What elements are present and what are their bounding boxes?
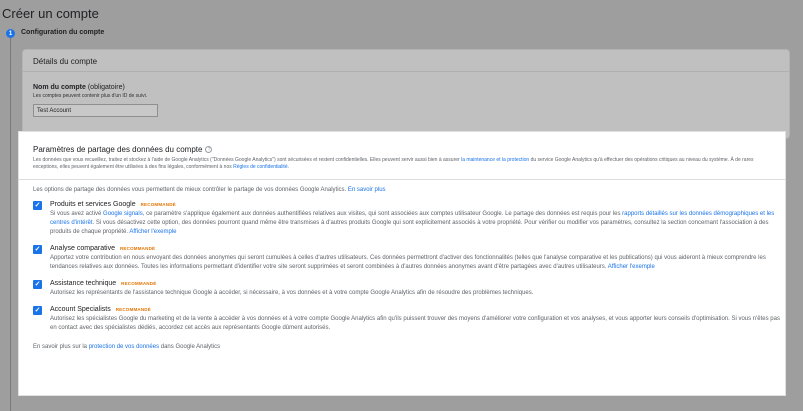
- data-sharing-panel: Paramètres de partage des données du com…: [18, 131, 786, 396]
- footer-suffix: dans Google Analytics: [159, 343, 221, 350]
- option-technical-support: ✓ Assistance technique RECOMMANDÉ Autori…: [33, 279, 771, 298]
- account-name-label-text: Nom du compte: [33, 84, 86, 91]
- option-account-specialists: ✓ Account Specialists RECOMMANDÉ Autoris…: [33, 305, 780, 333]
- account-name-help: Les comptes peuvent contenir plus d'un I…: [33, 93, 148, 99]
- google-products-description: Si vous avez activé Google signals, ce p…: [50, 210, 785, 237]
- account-specialists-title: Account Specialists: [50, 305, 111, 313]
- recommended-badge: RECOMMANDÉ: [140, 201, 176, 207]
- help-icon[interactable]: ?: [205, 146, 213, 153]
- data-sharing-title-text: Paramètres de partage des données du com…: [33, 145, 203, 154]
- benchmarking-description: Apportez votre contribution en nous envo…: [50, 254, 785, 272]
- account-details-header: Détails du compte: [23, 50, 789, 72]
- desc-text-3: .: [287, 164, 289, 171]
- account-name-label: Nom du compte (obligatoire): [33, 84, 779, 91]
- stepper-rail: [10, 38, 11, 411]
- data-protection-link[interactable]: protection de vos données: [89, 344, 159, 350]
- google-products-example-link[interactable]: Afficher l'exemple: [129, 229, 176, 235]
- google-products-desc-b: , ce paramètre s'applique également aux …: [142, 210, 623, 217]
- recommended-badge: RECOMMANDÉ: [115, 306, 151, 312]
- privacy-policy-link[interactable]: Règles de confidentialité: [233, 164, 287, 170]
- data-sharing-header: Paramètres de partage des données du com…: [19, 132, 785, 180]
- step-label: Configuration du compte: [21, 29, 105, 36]
- technical-support-checkbox[interactable]: ✓: [33, 279, 42, 289]
- maintenance-link[interactable]: la maintenance et la protection: [461, 157, 529, 163]
- account-specialists-checkbox[interactable]: ✓: [33, 305, 42, 315]
- data-sharing-description: Les données que vous recueillez, traitez…: [33, 157, 778, 172]
- benchmarking-desc-a: Apportez votre contribution en nous envo…: [50, 254, 766, 270]
- technical-support-description: Autorisez les représentants de l'assista…: [50, 289, 534, 296]
- footer-text: En savoir plus sur la: [33, 343, 89, 350]
- technical-support-title: Assistance technique: [50, 279, 117, 287]
- desc-text-1: Les données que vous recueillez, traitez…: [33, 157, 462, 163]
- data-protection-footer: En savoir plus sur la protection de vos …: [33, 344, 771, 350]
- account-details-card: Détails du compte Nom du compte (obligat…: [22, 49, 790, 139]
- benchmarking-checkbox[interactable]: ✓: [33, 244, 42, 254]
- data-sharing-title: Paramètres de partage des données du com…: [33, 145, 771, 154]
- google-signals-link[interactable]: Google signals: [103, 211, 143, 217]
- account-specialists-description: Autorisez les spécialistes Google du mar…: [50, 315, 780, 331]
- option-benchmarking: ✓ Analyse comparative RECOMMANDÉ Apporte…: [33, 244, 771, 272]
- google-products-desc-a: Si vous avez activé: [50, 210, 104, 217]
- google-products-checkbox[interactable]: ✓: [33, 200, 42, 210]
- google-products-title: Produits et services Google: [50, 200, 136, 208]
- benchmarking-example-link[interactable]: Afficher l'exemple: [608, 264, 655, 270]
- benchmarking-title: Analyse comparative: [50, 244, 115, 252]
- learn-more-link[interactable]: En savoir plus: [348, 187, 386, 193]
- recommended-badge: RECOMMANDÉ: [121, 280, 157, 286]
- step-number-badge: 1: [6, 29, 15, 38]
- account-name-required-note: (obligatoire): [87, 84, 125, 91]
- recommended-badge: RECOMMANDÉ: [119, 245, 156, 251]
- page-title: Créer un compte: [2, 6, 99, 21]
- sharing-intro: Les options de partage des données vous …: [33, 187, 771, 193]
- option-google-products: ✓ Produits et services Google RECOMMANDÉ…: [33, 200, 774, 237]
- account-name-input[interactable]: Test Account: [33, 104, 158, 117]
- intro-text: Les options de partage des données vous …: [33, 186, 348, 193]
